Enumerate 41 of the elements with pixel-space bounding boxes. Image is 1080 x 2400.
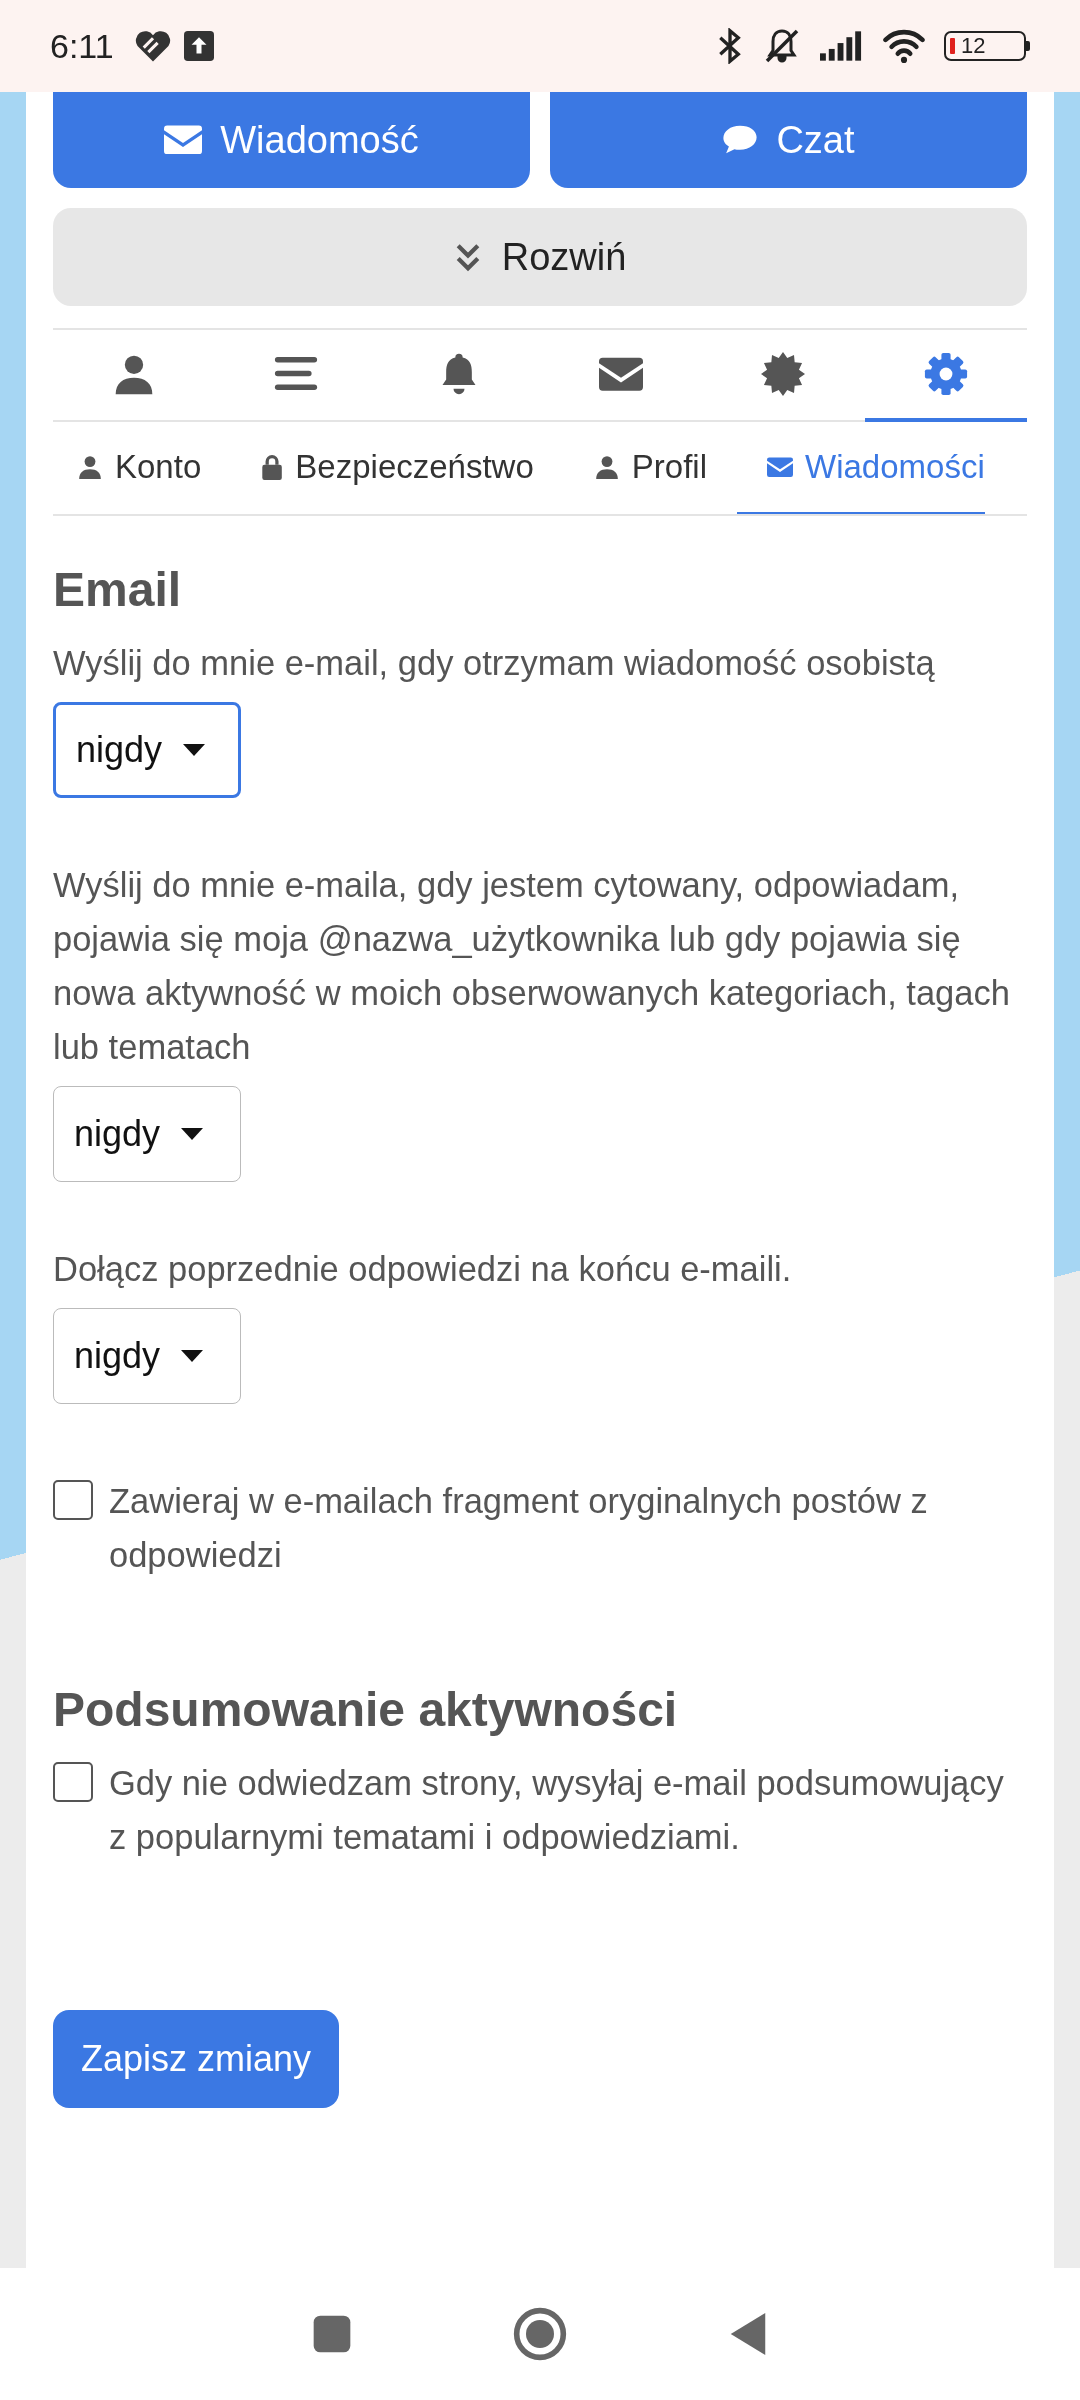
settings-tab[interactable]: Konto bbox=[53, 422, 232, 514]
setting-label: Wyślij do mnie e-maila, gdy jestem cytowany, odpowiadam, pojawia się moja @nazwa_użytkownika lub gdy pojawia się nowa aktywność w moich obserwowanych kategoriach, tagach lub tematach bbox=[53, 865, 1011, 1068]
user-icon bbox=[77, 454, 103, 480]
setting-label: Wyślij do mnie e-mail, gdy otrzymam wiadomość osobistą bbox=[53, 643, 936, 684]
wifi-icon bbox=[882, 29, 926, 63]
user-icon bbox=[593, 454, 620, 480]
checkbox[interactable] bbox=[53, 1762, 93, 1802]
battery-level: 12 bbox=[961, 33, 986, 59]
menu-icon bbox=[274, 356, 319, 392]
lock-icon bbox=[261, 454, 284, 480]
upload-icon bbox=[183, 31, 214, 61]
badge-icon bbox=[761, 352, 806, 396]
caret-icon bbox=[182, 743, 207, 757]
envelope-icon bbox=[164, 125, 203, 155]
dropdown[interactable]: nigdy bbox=[53, 702, 241, 798]
clock-time: 6:11 bbox=[50, 26, 114, 66]
section-heading: Email bbox=[53, 562, 183, 618]
recents-icon[interactable] bbox=[312, 2314, 352, 2354]
expand-button[interactable]: Rozwiń bbox=[53, 208, 1027, 306]
setting-label: Dołącz poprzednie odpowiedzi na końcu e-maili. bbox=[53, 1249, 793, 1290]
caret-icon bbox=[180, 1349, 205, 1363]
section-heading: Podsumowanie aktywności bbox=[53, 1682, 679, 1738]
settings-tab[interactable]: Wiadomości bbox=[737, 422, 985, 514]
checkbox-label: Gdy nie odwiedzam strony, wysyłaj e-mail podsumowujący z popularnymi tematami i odpowiedziami. bbox=[109, 1763, 1005, 1858]
checkbox[interactable] bbox=[53, 1480, 93, 1520]
caret-icon bbox=[180, 1127, 205, 1141]
settings-tab[interactable]: Bezpieczeństwo bbox=[231, 422, 564, 514]
chat-button[interactable]: Czat bbox=[550, 92, 1027, 188]
dropdown[interactable]: nigdy bbox=[53, 1086, 241, 1182]
message-button[interactable]: Wiadomość bbox=[53, 92, 530, 188]
settings-icon bbox=[923, 352, 968, 396]
home-icon[interactable] bbox=[512, 2306, 568, 2362]
signal-icon bbox=[820, 31, 864, 61]
envelope-icon bbox=[767, 456, 793, 478]
heart-icon bbox=[133, 29, 172, 63]
settings-tab[interactable]: Profil bbox=[563, 422, 737, 514]
checkbox-label: Zawieraj w e-mailach fragment oryginalnych postów z odpowiedzi bbox=[109, 1481, 929, 1576]
dropdown[interactable]: nigdy bbox=[53, 1308, 241, 1404]
battery-fill bbox=[950, 38, 955, 54]
envelope-icon bbox=[599, 356, 644, 392]
save-button[interactable]: Zapisz zmiany bbox=[53, 2010, 340, 2108]
